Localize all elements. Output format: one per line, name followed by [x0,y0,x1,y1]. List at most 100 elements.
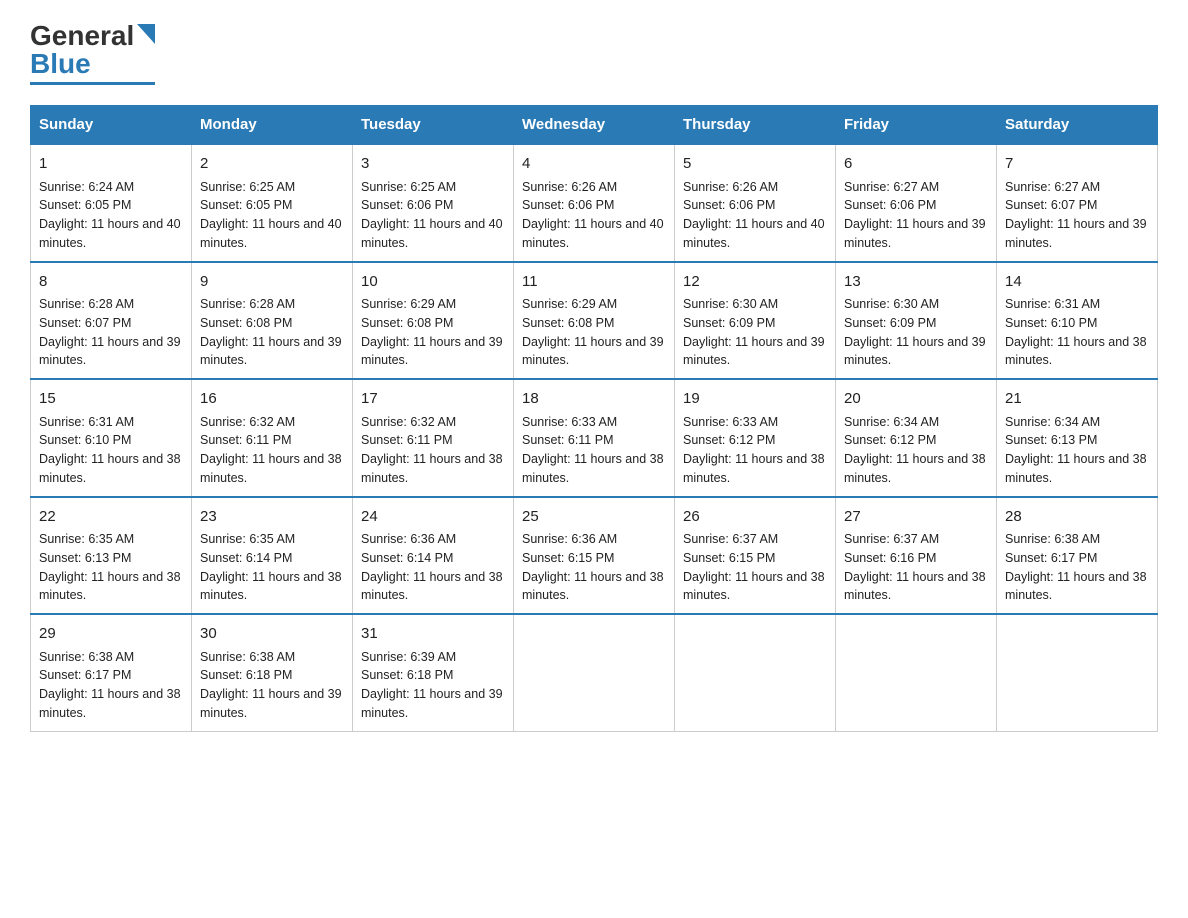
col-header-friday: Friday [836,106,997,145]
day-cell-6: 6 Sunrise: 6:27 AM Sunset: 6:06 PM Daylight… [836,144,997,262]
col-header-monday: Monday [192,106,353,145]
sunrise-label: Sunrise: 6:25 AM [200,180,295,194]
day-number: 30 [200,623,344,646]
day-number: 10 [361,271,505,294]
sunrise-label: Sunrise: 6:29 AM [522,297,617,311]
daylight-label: Daylight: 11 hours and 40 minutes. [200,217,342,250]
daylight-label: Daylight: 11 hours and 38 minutes. [522,570,664,603]
day-number: 23 [200,506,344,529]
sunrise-label: Sunrise: 6:34 AM [1005,415,1100,429]
sunrise-label: Sunrise: 6:36 AM [361,532,456,546]
sunset-label: Sunset: 6:07 PM [39,316,131,330]
sunrise-label: Sunrise: 6:37 AM [683,532,778,546]
sunset-label: Sunset: 6:14 PM [200,551,292,565]
daylight-label: Daylight: 11 hours and 39 minutes. [1005,217,1147,250]
daylight-label: Daylight: 11 hours and 38 minutes. [844,452,986,485]
day-number: 6 [844,153,988,176]
sunrise-label: Sunrise: 6:31 AM [1005,297,1100,311]
sunset-label: Sunset: 6:06 PM [522,198,614,212]
day-cell-2: 2Sunrise: 6:25 AMSunset: 6:05 PMDaylight… [192,144,353,262]
daylight-label: Daylight: 11 hours and 40 minutes. [361,217,503,250]
sunrise-label: Sunrise: 6:33 AM [683,415,778,429]
day-cell-10: 10Sunrise: 6:29 AMSunset: 6:08 PMDayligh… [353,262,514,380]
day-number: 17 [361,388,505,411]
daylight-label: Daylight: 11 hours and 39 minutes. [844,217,986,250]
sunset-label: Sunset: 6:05 PM [200,198,292,212]
day-number: 1 [39,153,183,176]
sunrise-label: Sunrise: 6:24 AM [39,180,134,194]
daylight-label: Daylight: 11 hours and 40 minutes. [39,217,181,250]
sunset-label: Sunset: 6:06 PM [844,198,936,212]
day-number: 21 [1005,388,1149,411]
sunset-label: Sunset: 6:18 PM [361,668,453,682]
col-header-wednesday: Wednesday [514,106,675,145]
day-cell-7: 7Sunrise: 6:27 AMSunset: 6:07 PMDaylight… [997,144,1158,262]
sunset-label: Sunset: 6:08 PM [522,316,614,330]
sunset-label: Sunset: 6:13 PM [1005,433,1097,447]
day-number: 29 [39,623,183,646]
day-cell-29: 29Sunrise: 6:38 AMSunset: 6:17 PMDayligh… [31,614,192,731]
daylight-label: Daylight: 11 hours and 39 minutes. [522,335,664,368]
sunset-label: Sunset: 6:06 PM [361,198,453,212]
day-number: 22 [39,506,183,529]
sunset-label: Sunset: 6:17 PM [1005,551,1097,565]
day-cell-16: 16Sunrise: 6:32 AMSunset: 6:11 PMDayligh… [192,379,353,497]
day-cell-1: 1 Sunrise: 6:24 AM Sunset: 6:05 PM Daylight… [31,144,192,262]
week-row-2: 8Sunrise: 6:28 AMSunset: 6:07 PMDaylight… [31,262,1158,380]
day-number: 16 [200,388,344,411]
sunrise-label: Sunrise: 6:26 AM [683,180,778,194]
col-header-thursday: Thursday [675,106,836,145]
sunrise-label: Sunrise: 6:37 AM [844,532,939,546]
sunset-label: Sunset: 6:05 PM [39,198,131,212]
sunrise-label: Sunrise: 6:39 AM [361,650,456,664]
sunset-label: Sunset: 6:10 PM [1005,316,1097,330]
day-number: 15 [39,388,183,411]
day-number: 11 [522,271,666,294]
day-number: 27 [844,506,988,529]
daylight-label: Daylight: 11 hours and 38 minutes. [1005,335,1147,368]
day-cell-30: 30Sunrise: 6:38 AMSunset: 6:18 PMDayligh… [192,614,353,731]
sunset-label: Sunset: 6:11 PM [361,433,453,447]
day-number: 25 [522,506,666,529]
sunrise-label: Sunrise: 6:30 AM [844,297,939,311]
week-row-5: 29Sunrise: 6:38 AMSunset: 6:17 PMDayligh… [31,614,1158,731]
sunrise-label: Sunrise: 6:35 AM [200,532,295,546]
sunrise-label: Sunrise: 6:30 AM [683,297,778,311]
daylight-label: Daylight: 11 hours and 38 minutes. [361,570,503,603]
sunrise-label: Sunrise: 6:36 AM [522,532,617,546]
sunrise-label: Sunrise: 6:32 AM [361,415,456,429]
sunset-label: Sunset: 6:08 PM [200,316,292,330]
day-cell-13: 13Sunrise: 6:30 AMSunset: 6:09 PMDayligh… [836,262,997,380]
sunrise-label: Sunrise: 6:35 AM [39,532,134,546]
sunset-label: Sunset: 6:14 PM [361,551,453,565]
daylight-label: Daylight: 11 hours and 39 minutes. [200,335,342,368]
day-cell-27: 27 Sunrise: 6:37 AM Sunset: 6:16 PM Dayligh… [836,497,997,615]
page-header: General Blue [30,20,1158,85]
day-cell-28: 28Sunrise: 6:38 AMSunset: 6:17 PMDayligh… [997,497,1158,615]
sunrise-label: Sunrise: 6:38 AM [39,650,134,664]
day-number: 9 [200,271,344,294]
sunset-label: Sunset: 6:16 PM [844,551,936,565]
empty-cell [675,614,836,731]
logo-blue: Blue [30,48,91,80]
daylight-label: Daylight: 11 hours and 38 minutes. [522,452,664,485]
sunset-label: Sunset: 6:11 PM [200,433,292,447]
sunrise-label: Sunrise: 6:29 AM [361,297,456,311]
daylight-label: Daylight: 11 hours and 38 minutes. [1005,452,1147,485]
day-cell-12: 12Sunrise: 6:30 AMSunset: 6:09 PMDayligh… [675,262,836,380]
daylight-label: Daylight: 11 hours and 38 minutes. [1005,570,1147,603]
daylight-label: Daylight: 11 hours and 38 minutes. [200,570,342,603]
empty-cell [997,614,1158,731]
day-cell-18: 18Sunrise: 6:33 AMSunset: 6:11 PMDayligh… [514,379,675,497]
sunset-label: Sunset: 6:08 PM [361,316,453,330]
day-number: 13 [844,271,988,294]
col-header-tuesday: Tuesday [353,106,514,145]
day-cell-22: 22Sunrise: 6:35 AMSunset: 6:13 PMDayligh… [31,497,192,615]
day-cell-14: 14Sunrise: 6:31 AMSunset: 6:10 PMDayligh… [997,262,1158,380]
day-cell-21: 21 Sunrise: 6:34 AM Sunset: 6:13 PM Dayligh… [997,379,1158,497]
daylight-label: Daylight: 11 hours and 38 minutes. [844,570,986,603]
week-row-1: 1 Sunrise: 6:24 AM Sunset: 6:05 PM Daylight… [31,144,1158,262]
sunrise-label: Sunrise: 6:27 AM [844,180,939,194]
sunset-label: Sunset: 6:09 PM [844,316,936,330]
day-cell-20: 20Sunrise: 6:34 AMSunset: 6:12 PMDayligh… [836,379,997,497]
